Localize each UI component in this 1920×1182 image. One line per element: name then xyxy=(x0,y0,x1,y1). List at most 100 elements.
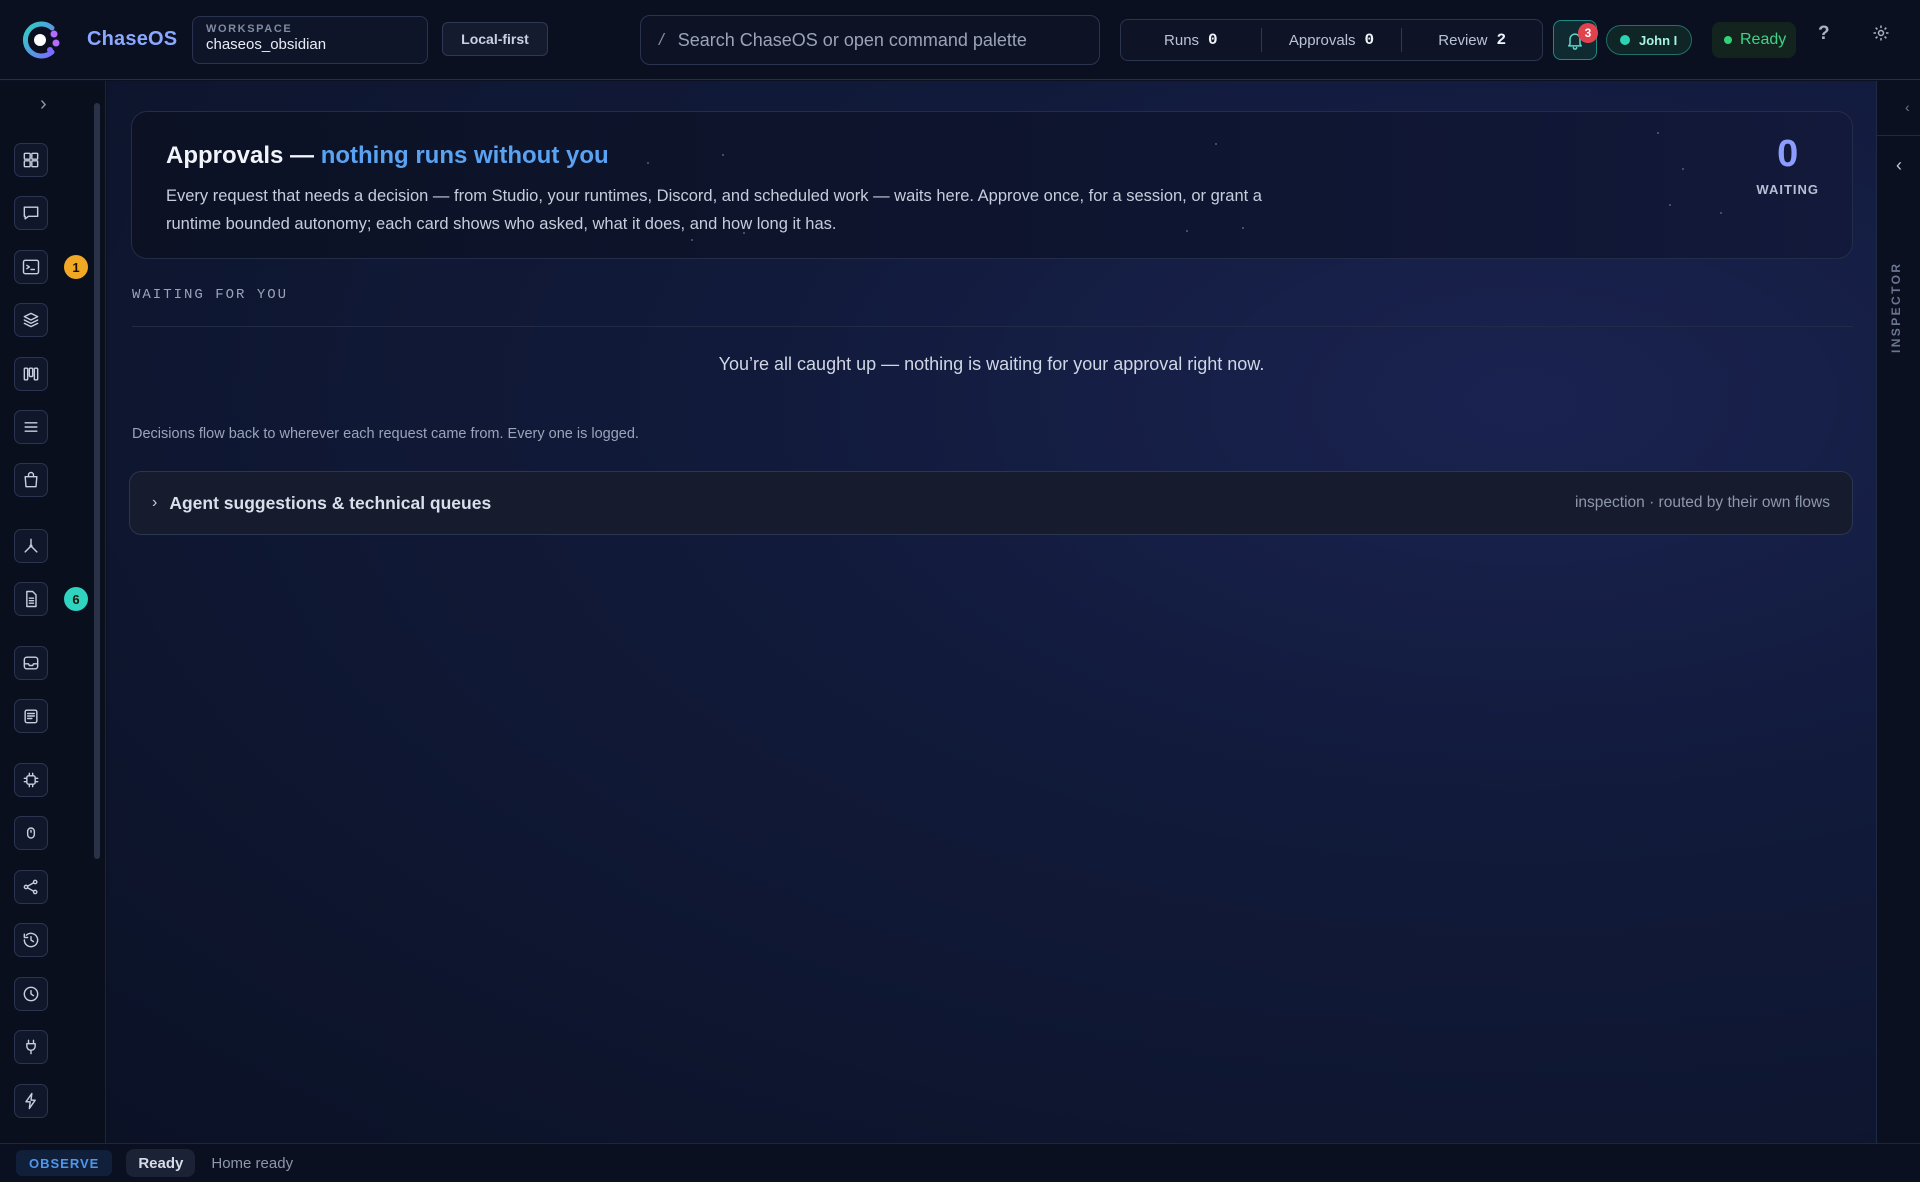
decor-star xyxy=(1669,204,1671,206)
statusbar-message: Home ready xyxy=(211,1154,294,1172)
decor-star xyxy=(1215,143,1217,145)
share-icon xyxy=(23,879,38,895)
nav-graph[interactable] xyxy=(14,529,48,563)
clock-icon xyxy=(23,986,39,1002)
user-online-dot xyxy=(1620,35,1630,45)
decision-flow-note: Decisions flow back to wherever each req… xyxy=(132,426,639,442)
dashboard-grid-icon xyxy=(23,152,39,168)
nav-board[interactable] xyxy=(14,357,48,391)
rail-scrollbar[interactable] xyxy=(94,103,100,859)
app-name: ChaseOS xyxy=(87,28,178,50)
nav-store[interactable] xyxy=(14,463,48,497)
user-chip[interactable]: John I xyxy=(1606,25,1692,55)
shopping-bag-icon xyxy=(24,471,38,488)
terminal-icon xyxy=(22,259,40,275)
statusbar-state: Ready xyxy=(126,1149,196,1177)
nav-compute[interactable] xyxy=(14,763,48,797)
notifications-button[interactable]: 3 xyxy=(1553,20,1598,60)
notes-stack-icon xyxy=(24,709,38,724)
status-label: Ready xyxy=(1740,31,1787,48)
nav-terminal[interactable] xyxy=(14,250,48,284)
stat-approvals-value: 0 xyxy=(1364,31,1375,49)
page-title-prefix: Approvals — xyxy=(166,142,321,169)
stat-runs[interactable]: Runs 0 xyxy=(1121,28,1261,52)
settings-gear-icon[interactable] xyxy=(1871,23,1891,43)
top-bar: ChaseOS WORKSPACE chaseos_obsidian Local… xyxy=(0,0,1920,80)
activity-stats: Runs 0 Approvals 0 Review 2 xyxy=(1120,19,1543,61)
layers-icon xyxy=(23,312,39,328)
accordion-title: Agent suggestions & technical queues xyxy=(169,492,492,513)
agent-suggestions-accordion[interactable]: › Agent suggestions & technical queues i… xyxy=(129,471,1853,535)
inspector-label[interactable]: INSPECTOR xyxy=(1889,262,1903,353)
chevron-right-icon: › xyxy=(152,494,158,511)
workspace-selector[interactable]: WORKSPACE chaseos_obsidian xyxy=(192,16,428,64)
nav-automations[interactable] xyxy=(14,1084,48,1118)
list-icon xyxy=(24,422,38,432)
inspector-chevron-icon[interactable]: ‹ xyxy=(1905,99,1910,115)
nav-history[interactable] xyxy=(14,923,48,957)
workspace-name: chaseos_obsidian xyxy=(206,36,327,53)
decor-star xyxy=(1242,227,1244,229)
left-nav-rail: › 1 6 xyxy=(0,81,106,1143)
accordion-meta: inspection · routed by their own flows xyxy=(1574,494,1830,511)
workspace-label: WORKSPACE xyxy=(206,23,293,35)
nav-layers[interactable] xyxy=(14,303,48,337)
inspector-divider xyxy=(1877,135,1920,136)
history-icon xyxy=(23,932,39,948)
stat-approvals-label: Approvals xyxy=(1288,31,1356,49)
nav-chat[interactable] xyxy=(14,196,48,230)
nav-dashboard[interactable] xyxy=(14,143,48,177)
waiting-count-label: WAITING xyxy=(1756,182,1819,197)
nav-documents[interactable] xyxy=(14,582,48,616)
open-inspector-chevron-icon[interactable]: ‹ xyxy=(1896,155,1902,176)
graph-nodes-icon xyxy=(24,538,38,553)
page-title: Approvals — nothing runs without you xyxy=(166,142,1818,170)
nav-list[interactable] xyxy=(14,410,48,444)
slash-shortcut-icon: / xyxy=(659,30,664,49)
decor-star xyxy=(1720,212,1722,214)
system-status-badge: Ready xyxy=(1712,22,1796,58)
chaseos-logo-icon[interactable] xyxy=(16,16,64,64)
document-icon xyxy=(26,590,37,608)
kanban-board-icon xyxy=(23,367,39,381)
local-first-chip[interactable]: Local-first xyxy=(442,22,548,56)
nav-inbox[interactable] xyxy=(14,646,48,680)
stat-approvals[interactable]: Approvals 0 xyxy=(1260,28,1402,52)
nav-share[interactable] xyxy=(14,870,48,904)
terminal-badge: 1 xyxy=(64,255,88,279)
decor-star xyxy=(743,232,745,234)
chat-icon xyxy=(23,206,39,220)
decor-star xyxy=(1682,168,1684,170)
stat-review-value: 2 xyxy=(1496,31,1507,49)
waiting-section-heading: WAITING FOR YOU xyxy=(132,287,1853,327)
status-dot xyxy=(1724,36,1732,44)
help-icon[interactable]: ? xyxy=(1818,23,1830,45)
waiting-count: 0 xyxy=(1777,133,1799,175)
documents-badge: 6 xyxy=(64,587,88,611)
cpu-chip-icon xyxy=(23,772,39,788)
lightning-icon xyxy=(25,1092,36,1110)
decor-star xyxy=(647,162,649,164)
command-search[interactable]: / xyxy=(640,15,1100,65)
nav-integrations[interactable] xyxy=(14,1030,48,1064)
expand-sidebar-chevron-icon[interactable]: › xyxy=(40,93,47,116)
nav-input[interactable] xyxy=(14,816,48,850)
stat-review-label: Review xyxy=(1438,31,1488,49)
nav-notes[interactable] xyxy=(14,699,48,733)
stat-runs-label: Runs xyxy=(1164,31,1200,49)
plug-icon xyxy=(26,1039,36,1055)
stat-review[interactable]: Review 2 xyxy=(1401,28,1542,52)
waiting-counter: 0 WAITING xyxy=(1756,134,1819,197)
empty-state-message: You’re all caught up — nothing is waitin… xyxy=(718,354,1265,374)
inbox-icon xyxy=(23,656,39,670)
mode-indicator[interactable]: OBSERVE xyxy=(16,1150,113,1176)
decor-star xyxy=(1186,230,1188,232)
search-input[interactable] xyxy=(677,29,1058,51)
nav-schedule[interactable] xyxy=(14,977,48,1011)
page-title-accent: nothing runs without you xyxy=(320,142,609,169)
mouse-icon xyxy=(26,827,36,839)
decor-star xyxy=(691,239,693,241)
stat-runs-value: 0 xyxy=(1208,31,1218,49)
approvals-hero-card: Approvals — nothing runs without you Eve… xyxy=(131,111,1853,259)
decor-star xyxy=(722,154,724,156)
